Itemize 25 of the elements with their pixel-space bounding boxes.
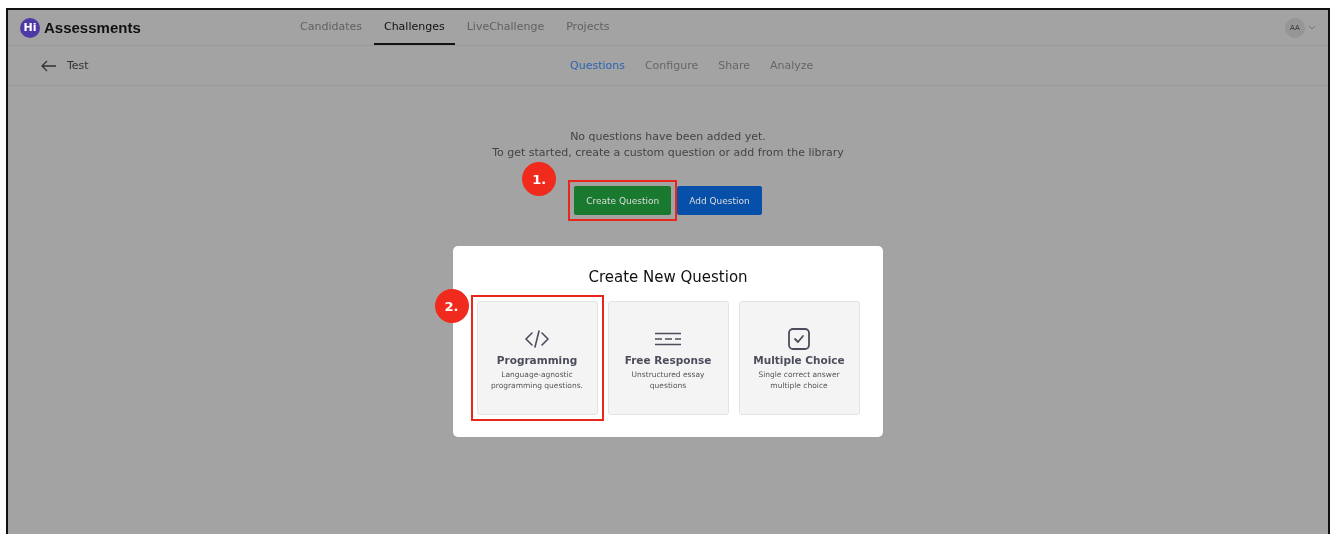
checkbox-icon <box>788 328 810 350</box>
app-title: Assessments <box>44 19 141 36</box>
sub-tab[interactable]: Configure <box>635 59 708 72</box>
nav-tab[interactable]: Candidates <box>290 10 372 45</box>
create-question-button[interactable]: Create Question <box>574 186 672 215</box>
card-title: Programming <box>496 354 578 366</box>
page-title: Test <box>67 59 89 72</box>
step-badge: 1. <box>522 162 557 196</box>
add-question-button[interactable]: Add Question <box>677 186 762 215</box>
code-icon <box>525 329 549 349</box>
logo-badge: Hi <box>20 17 40 38</box>
modal-title: Create New Question <box>588 268 748 286</box>
card-title: Free Response <box>624 354 712 366</box>
lines-icon <box>655 332 681 346</box>
sub-tab[interactable]: Analyze <box>761 59 823 72</box>
sub-tab[interactable]: Share <box>709 59 759 72</box>
empty-message: To get started, create a custom question or add from the library <box>492 146 844 160</box>
step-badge: 2. <box>434 289 469 323</box>
nav-tab[interactable]: Projects <box>556 10 620 45</box>
sub-tab[interactable]: Questions <box>561 59 634 72</box>
back-arrow-icon[interactable] <box>41 59 57 72</box>
empty-message: No questions have been added yet. <box>570 130 766 144</box>
card-title: Multiple Choice <box>753 354 845 366</box>
nav-tab[interactable]: Challenges <box>373 10 455 45</box>
nav-tab[interactable]: LiveChallenge <box>456 10 555 45</box>
